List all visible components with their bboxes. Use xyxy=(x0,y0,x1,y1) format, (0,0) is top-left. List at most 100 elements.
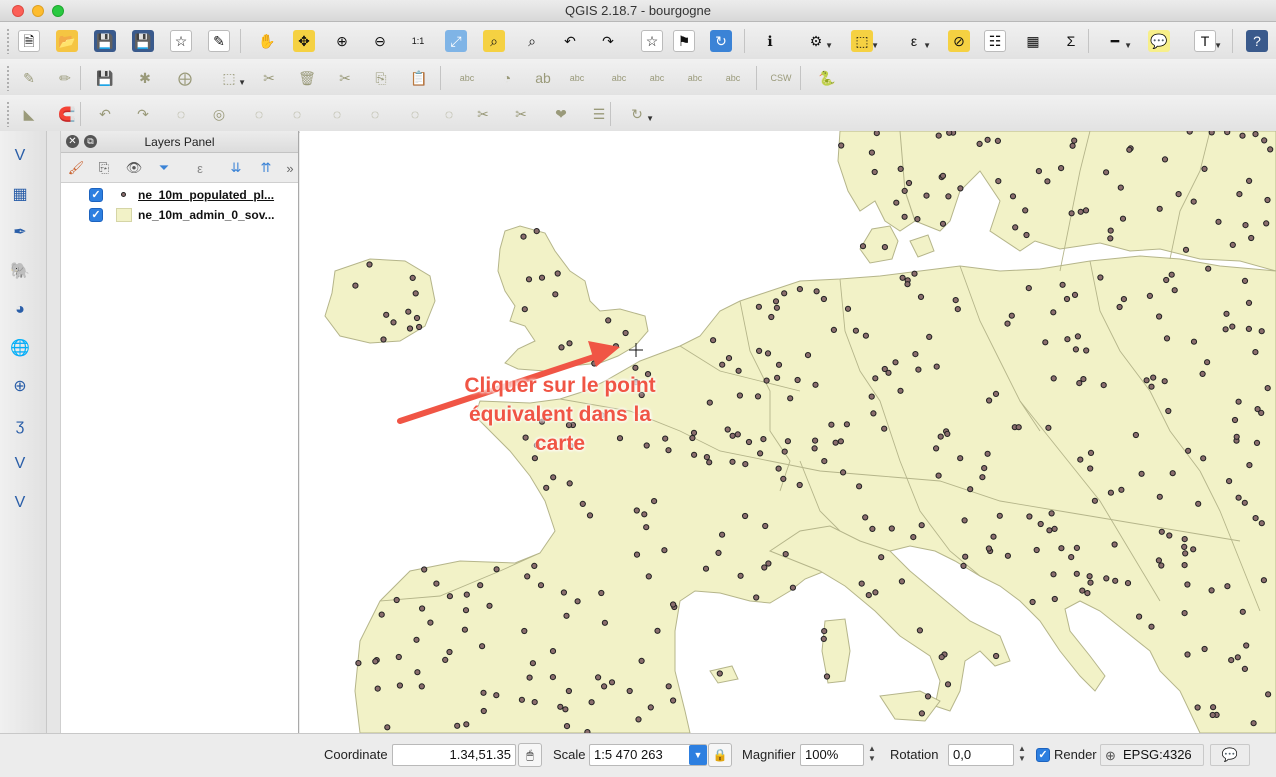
populated-place-point[interactable] xyxy=(1044,178,1051,185)
populated-place-point[interactable] xyxy=(427,619,434,626)
populated-place-point[interactable] xyxy=(1077,208,1084,215)
populated-place-point[interactable] xyxy=(862,332,870,339)
populated-place-point[interactable] xyxy=(789,584,796,591)
chevron-down-icon[interactable]: ▼ xyxy=(646,114,654,123)
populated-place-point[interactable] xyxy=(995,178,1002,185)
populated-place-point[interactable] xyxy=(691,451,698,458)
populated-place-point[interactable] xyxy=(868,149,876,156)
pin-labels-button[interactable]: abc xyxy=(562,63,592,93)
populated-place-point[interactable] xyxy=(552,291,559,298)
measure-button[interactable]: ━ ▼ xyxy=(1100,26,1132,56)
populated-place-point[interactable] xyxy=(716,670,723,677)
populated-place-point[interactable] xyxy=(813,288,820,295)
split-features-button[interactable]: ✂ xyxy=(468,99,498,129)
edit-node-button[interactable]: ✂ xyxy=(254,63,284,93)
populated-place-point[interactable] xyxy=(461,626,468,633)
populated-place-point[interactable] xyxy=(1008,312,1015,319)
populated-place-point[interactable] xyxy=(881,244,889,251)
populated-place-point[interactable] xyxy=(493,692,500,699)
populated-place-point[interactable] xyxy=(395,653,402,661)
simplify-feature-button[interactable]: ◌ xyxy=(166,99,196,129)
populated-place-point[interactable] xyxy=(396,682,404,689)
zoom-full-button[interactable]: ⤢ xyxy=(441,26,471,56)
populated-place-point[interactable] xyxy=(981,465,988,472)
populated-place-point[interactable] xyxy=(1208,587,1215,594)
populated-place-point[interactable] xyxy=(1148,383,1155,390)
populated-place-point[interactable] xyxy=(821,458,828,465)
populated-place-point[interactable] xyxy=(979,474,986,481)
populated-place-point[interactable] xyxy=(632,364,639,371)
populated-place-point[interactable] xyxy=(1009,193,1017,200)
populated-place-point[interactable] xyxy=(729,458,736,465)
populated-place-point[interactable] xyxy=(390,319,397,326)
populated-place-point[interactable] xyxy=(1119,215,1127,222)
populated-place-point[interactable] xyxy=(1143,377,1150,384)
populated-place-point[interactable] xyxy=(862,514,869,521)
populated-place-point[interactable] xyxy=(1111,541,1118,548)
populated-place-point[interactable] xyxy=(768,313,775,321)
style-manager-icon[interactable]: 🖌 xyxy=(65,158,87,178)
chevron-down-icon[interactable]: ▼ xyxy=(1214,41,1222,50)
populated-place-point[interactable] xyxy=(1124,580,1132,587)
populated-place-point[interactable] xyxy=(976,140,983,147)
populated-place-point[interactable] xyxy=(1058,545,1065,552)
populated-place-point[interactable] xyxy=(1245,325,1253,332)
reshape-features-button[interactable]: ◌ xyxy=(400,99,430,129)
populated-place-point[interactable] xyxy=(715,549,722,556)
populated-place-point[interactable] xyxy=(409,274,416,281)
populated-place-point[interactable] xyxy=(635,716,642,723)
populated-place-point[interactable] xyxy=(366,261,373,268)
populated-place-point[interactable] xyxy=(1239,608,1246,615)
populated-place-point[interactable] xyxy=(897,387,904,394)
populated-place-point[interactable] xyxy=(520,233,527,240)
populated-place-point[interactable] xyxy=(781,290,788,297)
populated-place-point[interactable] xyxy=(462,607,470,614)
populated-place-point[interactable] xyxy=(1132,431,1140,439)
python-console-button[interactable]: 🐍 xyxy=(812,63,842,93)
populated-place-point[interactable] xyxy=(1025,285,1032,292)
zoom-to-layer-button[interactable]: ⌕ xyxy=(517,26,547,56)
populated-place-point[interactable] xyxy=(996,512,1003,519)
pan-to-selection-button[interactable]: ✥ xyxy=(289,26,319,56)
populated-place-point[interactable] xyxy=(537,582,545,589)
populated-place-point[interactable] xyxy=(1050,571,1057,578)
populated-place-point[interactable] xyxy=(1250,720,1257,727)
populated-place-point[interactable] xyxy=(775,361,783,368)
populated-place-point[interactable] xyxy=(1253,439,1261,446)
populated-place-point[interactable] xyxy=(912,351,919,358)
populated-place-point[interactable] xyxy=(454,722,461,729)
magnifier-spinbox[interactable]: 100% xyxy=(800,744,864,766)
populated-place-point[interactable] xyxy=(605,317,612,324)
populated-place-point[interactable] xyxy=(1166,532,1173,539)
populated-place-point[interactable] xyxy=(1048,510,1055,517)
populated-place-point[interactable] xyxy=(1233,433,1240,440)
zoom-native-button[interactable]: 1:1 xyxy=(403,26,433,56)
populated-place-point[interactable] xyxy=(595,674,602,681)
populated-place-point[interactable] xyxy=(935,132,942,139)
edit-pencil-button[interactable]: ✏ xyxy=(50,63,80,93)
populated-place-point[interactable] xyxy=(993,652,1000,660)
populated-place-point[interactable] xyxy=(1241,499,1248,506)
populated-place-point[interactable] xyxy=(944,430,951,437)
populated-place-point[interactable] xyxy=(633,551,641,558)
add-raster-layer-button[interactable]: ▦ xyxy=(6,180,34,210)
populated-place-point[interactable] xyxy=(1068,210,1075,217)
populated-place-point[interactable] xyxy=(812,381,819,388)
populated-place-point[interactable] xyxy=(703,454,710,461)
populated-place-point[interactable] xyxy=(773,304,780,311)
populated-place-point[interactable] xyxy=(742,512,749,520)
populated-place-point[interactable] xyxy=(1194,704,1201,711)
populated-place-point[interactable] xyxy=(1158,562,1165,569)
populated-place-point[interactable] xyxy=(670,697,677,704)
move-feature-button[interactable]: ⨁ xyxy=(170,63,200,93)
populated-place-point[interactable] xyxy=(794,376,801,384)
populated-place-point[interactable] xyxy=(1004,320,1011,327)
populated-place-point[interactable] xyxy=(734,431,741,438)
populated-place-point[interactable] xyxy=(1033,546,1040,554)
populated-place-point[interactable] xyxy=(811,445,818,452)
populated-place-point[interactable] xyxy=(1258,520,1265,527)
render-checkbox[interactable]: ✓ xyxy=(1036,748,1050,762)
chevron-down-icon[interactable]: ▼ xyxy=(238,78,246,87)
populated-place-point[interactable] xyxy=(1168,271,1175,278)
populated-place-point[interactable] xyxy=(598,589,605,597)
